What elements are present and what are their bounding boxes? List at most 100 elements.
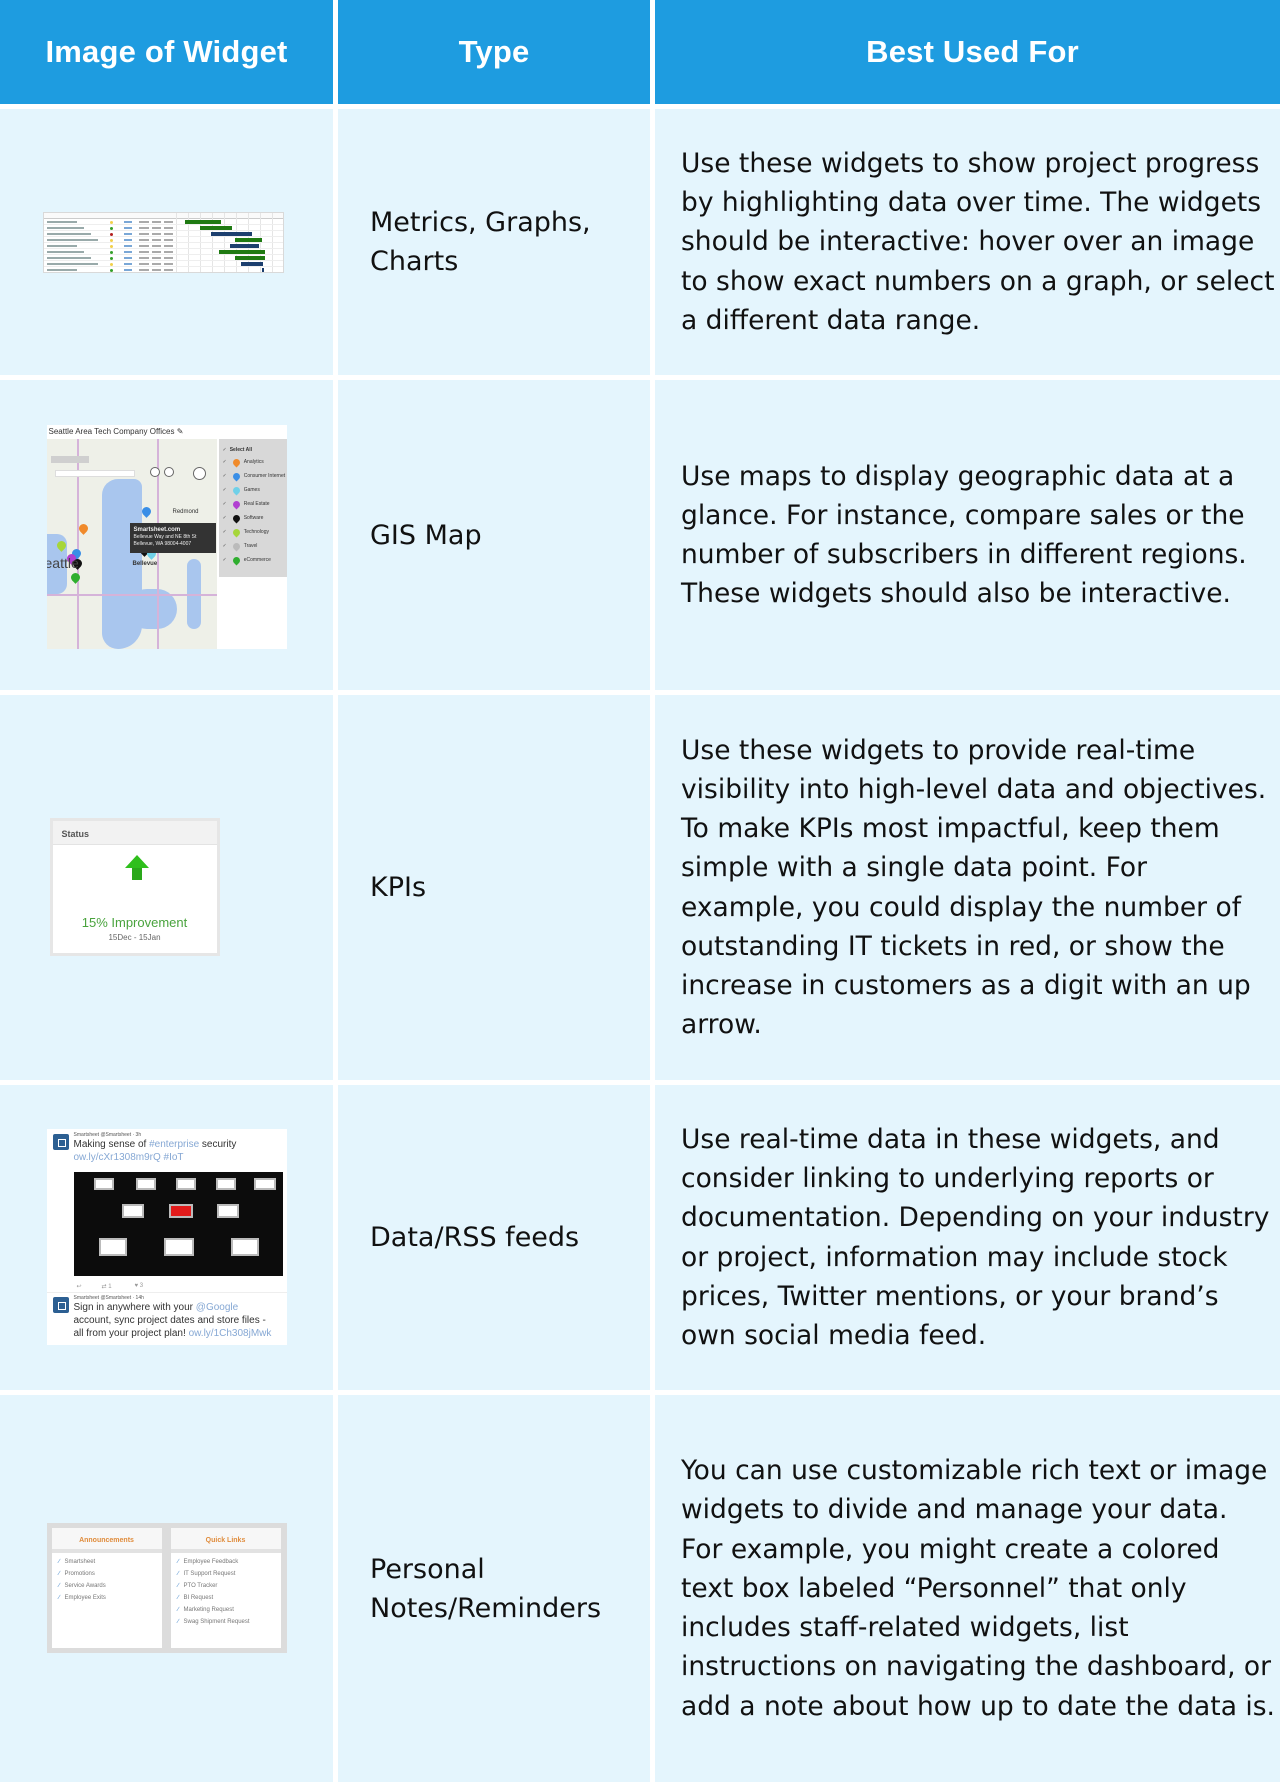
cell-value: [152, 262, 161, 265]
checkbox-icon[interactable]: ✓: [223, 501, 227, 507]
quick-link[interactable]: Employee Feedback: [178, 1559, 281, 1571]
like-icon[interactable]: ♥ 3: [135, 1283, 144, 1289]
predecessor-link: [124, 238, 132, 241]
cell-value: [152, 220, 161, 223]
cell-value: [164, 226, 173, 229]
legend-item[interactable]: ✓ Real Estate: [223, 497, 287, 511]
type-label: Metrics, Graphs, Charts: [370, 207, 591, 277]
legend-item[interactable]: ✓ Software: [223, 511, 287, 525]
cell-value: [152, 226, 161, 229]
quick-link[interactable]: Promotions: [59, 1571, 162, 1583]
up-arrow-icon: [124, 854, 149, 868]
legend-item[interactable]: ✓ Select All: [223, 445, 287, 455]
legend-item[interactable]: ✓ Consumer Internet: [223, 469, 287, 483]
map-pin[interactable]: [68, 571, 82, 584]
laptop-shape: [121, 1203, 144, 1218]
legend-pin-icon: [231, 555, 242, 565]
fullscreen-icon[interactable]: [192, 467, 206, 480]
kpi-value: 15% Improvement: [81, 914, 188, 930]
quick-link[interactable]: Employee Exits: [59, 1595, 162, 1607]
legend-pin-icon: [231, 485, 242, 495]
gantt-row: [44, 255, 283, 261]
city-label-seattle: eattle: [46, 555, 79, 571]
checkbox-icon[interactable]: ✓: [223, 529, 227, 535]
map-search-input[interactable]: [54, 470, 135, 477]
row-notes-type: Personal Notes/Reminders: [338, 1395, 650, 1782]
row-notes-image-cell: AnnouncementsSmartsheetPromotionsService…: [0, 1395, 333, 1782]
checkbox-icon[interactable]: ✓: [223, 447, 227, 453]
checkbox-icon[interactable]: ✓: [223, 543, 227, 549]
cell-value: [164, 250, 173, 253]
map-pin[interactable]: [76, 522, 90, 535]
predecessor-link: [124, 226, 132, 229]
description-text: Use real-time data in these widgets, and…: [681, 1123, 1270, 1351]
legend-item[interactable]: ✓ Travel: [223, 539, 287, 553]
gantt-bar: [210, 231, 252, 236]
city-label-redmond: Redmond: [172, 509, 199, 515]
quick-link[interactable]: Marketing Request: [178, 1607, 281, 1619]
kpi-header: Status: [52, 820, 217, 845]
cell-value: [152, 238, 161, 241]
type-label: GIS Map: [370, 519, 482, 551]
retweet-icon[interactable]: ⇄ 1: [102, 1283, 112, 1290]
gantt-bar: [240, 261, 264, 266]
quick-link[interactable]: Swag Shipment Request: [178, 1619, 281, 1631]
task-name: [47, 232, 91, 235]
notes-panel: AnnouncementsSmartsheetPromotionsService…: [51, 1527, 162, 1648]
notes-panel: Quick LinksEmployee FeedbackIT Support R…: [170, 1527, 281, 1648]
legend-item[interactable]: ✓ Technology: [223, 525, 287, 539]
cell-value: [152, 232, 161, 235]
cell-value: [139, 256, 149, 259]
zoom-in-icon[interactable]: [163, 467, 174, 477]
cell-value: [164, 232, 173, 235]
row-metrics-image-cell: [0, 109, 333, 375]
laptop-shape: [215, 1177, 236, 1190]
laptop-shape: [216, 1203, 239, 1218]
checkbox-icon[interactable]: ✓: [223, 473, 227, 479]
map-pin[interactable]: [139, 505, 153, 518]
predecessor-link: [124, 268, 132, 271]
checkbox-icon[interactable]: ✓: [223, 557, 227, 563]
map-toolbar[interactable]: [50, 456, 89, 463]
checkbox-icon[interactable]: ✓: [223, 515, 227, 521]
predecessor-link: [124, 220, 132, 223]
row-metrics-description: Use these widgets to show project progre…: [655, 109, 1280, 375]
kpi-date-range: 15Dec - 15Jan: [108, 932, 161, 942]
legend-label: Travel: [243, 543, 258, 549]
laptop-shape: [135, 1177, 156, 1190]
header-best-used-for: Best Used For: [655, 0, 1280, 104]
status-dot: [110, 244, 113, 248]
status-dot: [110, 268, 113, 272]
legend-item[interactable]: ✓ eCommerce: [223, 553, 287, 567]
checkbox-icon[interactable]: ✓: [223, 459, 227, 465]
divider: [46, 1291, 287, 1293]
up-arrow-shaft: [131, 867, 142, 880]
cell-value: [139, 262, 149, 265]
laptop-shape: [253, 1177, 276, 1190]
status-dot: [110, 256, 113, 260]
legend-label: Consumer Internet: [243, 473, 286, 479]
quick-link[interactable]: IT Support Request: [178, 1571, 281, 1583]
legend-item[interactable]: ✓ Analytics: [223, 455, 287, 469]
legend-pin-icon: [231, 541, 242, 551]
post-link[interactable]: ow.ly/cXr1308m9rQ #IoT: [74, 1152, 184, 1163]
gantt-bar: [235, 255, 265, 260]
legend-pin-icon: [231, 513, 242, 523]
gantt-row: [44, 261, 283, 267]
checkbox-icon[interactable]: ✓: [223, 487, 227, 493]
quick-link[interactable]: PTO Tracker: [178, 1583, 281, 1595]
reply-icon[interactable]: ↩: [77, 1283, 82, 1290]
quick-link[interactable]: Smartsheet: [59, 1559, 162, 1571]
task-name: [47, 226, 84, 229]
gantt-bar: [184, 219, 222, 224]
header-image-of-widget: Image of Widget: [0, 0, 333, 104]
status-dot: [110, 220, 113, 224]
gantt-chart-thumbnail: [43, 211, 284, 273]
quick-link[interactable]: BI Request: [178, 1595, 281, 1607]
quick-link[interactable]: Service Awards: [59, 1583, 162, 1595]
cell-value: [139, 250, 149, 253]
zoom-out-icon[interactable]: [149, 467, 160, 477]
cell-value: [139, 244, 149, 247]
cell-value: [139, 226, 149, 229]
legend-item[interactable]: ✓ Games: [223, 483, 287, 497]
